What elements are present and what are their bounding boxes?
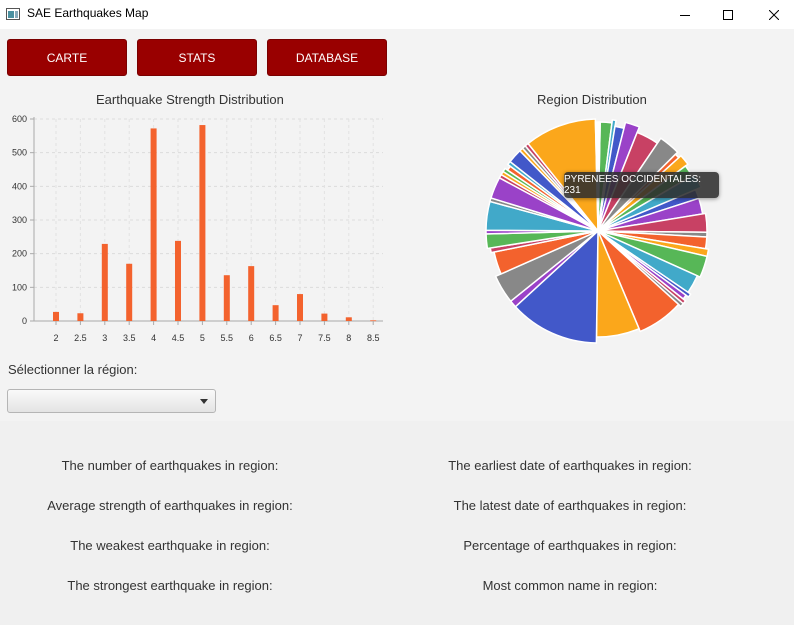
stat-common-name: Most common name in region: [482,578,658,593]
y-tick-label: 400 [12,181,27,191]
x-tick-label: 7 [297,333,302,343]
region-stats-panel [0,421,794,625]
bar[interactable] [77,313,84,321]
database-button[interactable]: DATABASE [267,39,387,76]
x-tick-label: 5 [200,333,205,343]
minimize-icon [680,14,690,16]
bar[interactable] [126,263,133,321]
y-tick-label: 100 [12,282,27,292]
region-pie-chart [485,118,710,344]
stat-latest: The latest date of earthquakes in region… [453,498,687,513]
stat-percentage: Percentage of earthquakes in region: [463,538,677,553]
stat-weakest: The weakest earthquake in region: [70,538,270,553]
bar-grid [34,118,383,322]
stats-button[interactable]: STATS [137,39,257,76]
x-tick-label: 3.5 [123,333,136,343]
y-tick-label: 600 [12,114,27,124]
x-tick-label: 7.5 [318,333,331,343]
close-icon [769,9,779,20]
x-tick-label: 5.5 [221,333,234,343]
app-icon [6,8,20,20]
bar[interactable] [150,128,157,321]
bar[interactable] [199,125,206,321]
carte-button[interactable]: CARTE [7,39,127,76]
x-tick-label: 2.5 [74,333,87,343]
window-title-bar: SAE Earthquakes Map [0,0,794,29]
x-tick-label: 4 [151,333,156,343]
y-tick-label: 300 [12,215,27,225]
stat-strongest: The strongest earthquake in region: [67,578,273,593]
region-select[interactable] [7,389,216,413]
x-tick-label: 3 [102,333,107,343]
bar[interactable] [248,266,255,321]
y-tick-label: 0 [22,316,27,326]
y-tick-label: 200 [12,249,27,259]
x-tick-label: 6.5 [269,333,282,343]
bar[interactable] [101,243,108,321]
bar[interactable] [53,311,59,321]
maximize-button[interactable] [705,0,751,29]
bar-chart-title: Earthquake Strength Distribution [96,92,284,107]
bar[interactable] [345,317,352,321]
region-select-label: Sélectionner la région: [8,362,138,377]
bar[interactable] [175,240,181,321]
pie-tooltip: PYRENEES OCCIDENTALES: 231 [564,172,719,198]
close-button[interactable] [751,0,794,29]
stat-earliest: The earliest date of earthquakes in regi… [448,458,692,473]
bar[interactable] [223,275,230,321]
x-tick-label: 2 [53,333,58,343]
maximize-icon [723,9,733,20]
bar[interactable] [272,305,279,321]
stat-average: Average strength of earthquakes in regio… [47,498,293,513]
y-tick-label: 500 [12,148,27,158]
x-tick-label: 4.5 [172,333,185,343]
bar[interactable] [297,294,303,321]
x-tick-label: 6 [249,333,254,343]
bar[interactable] [321,313,328,321]
chevron-down-icon [200,399,208,404]
stat-count: The number of earthquakes in region: [61,458,279,473]
window-title: SAE Earthquakes Map [27,6,149,20]
strength-bar-chart: 0 100 200 300 400 500 600 2 2.5 3 3.5 4 4.5 5 5.5 6 6.5 7… [12,114,383,343]
minimize-button[interactable] [662,0,708,29]
x-tick-label: 8.5 [367,333,380,343]
x-tick-label: 8 [346,333,351,343]
